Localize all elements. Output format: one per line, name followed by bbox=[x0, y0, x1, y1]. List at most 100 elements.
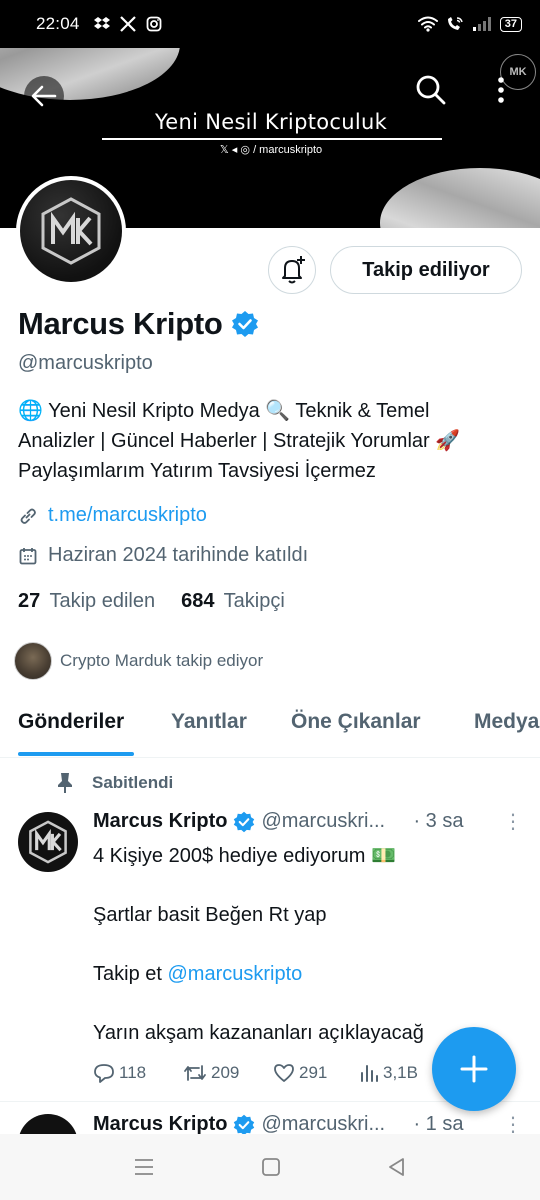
bio-line: 🌐 Yeni Nesil Kripto Medya 🔍 Teknik & Tem… bbox=[18, 400, 430, 422]
more-options-button[interactable] bbox=[488, 70, 514, 110]
tweet-actions: 118 209 291 3,1B bbox=[93, 1062, 433, 1084]
pinned-label-row: Sabitlendi bbox=[56, 772, 173, 794]
status-notification-icons bbox=[93, 16, 162, 32]
active-tab-indicator bbox=[18, 752, 134, 756]
system-navigation-bar bbox=[0, 1134, 540, 1200]
profile-stats: 27 Takip edilen 684 Takipçi bbox=[18, 590, 285, 613]
link-icon bbox=[20, 508, 36, 524]
wifi-icon bbox=[417, 16, 438, 32]
following-label: Takip edilen bbox=[49, 590, 156, 612]
profile-joined-row: Haziran 2024 tarihinde katıldı bbox=[18, 544, 308, 567]
tweet-line: Şartlar basit Beğen Rt yap bbox=[93, 904, 327, 926]
display-name: Marcus Kripto bbox=[18, 306, 223, 341]
pin-icon bbox=[58, 773, 72, 793]
retweet-icon bbox=[184, 1065, 206, 1081]
views-count: 3,1B bbox=[383, 1063, 418, 1082]
profile-link-row: t.me/marcuskripto bbox=[18, 504, 207, 527]
avatar-image bbox=[20, 180, 122, 282]
arrow-left-icon bbox=[31, 85, 57, 107]
mk-logo-icon bbox=[29, 820, 67, 864]
banner-x-icon: 𝕏 bbox=[219, 144, 229, 156]
following-stat[interactable]: 27 Takip edilen bbox=[18, 590, 155, 613]
tweet-timestamp: · 1 sa bbox=[413, 1113, 464, 1135]
back-button[interactable] bbox=[24, 76, 64, 116]
tab-posts[interactable]: Gönderiler bbox=[18, 710, 124, 734]
following-count: 27 bbox=[18, 590, 41, 612]
verified-badge-icon bbox=[231, 311, 258, 337]
like-button[interactable]: 291 bbox=[273, 1062, 359, 1084]
tweet-header: Marcus Kripto @marcuskri... · 3 sa ⋮ bbox=[93, 809, 523, 834]
follower-avatar bbox=[14, 642, 52, 680]
followed-by-text: Crypto Marduk takip ediyor bbox=[60, 651, 264, 670]
notification-bell-button[interactable] bbox=[268, 246, 316, 294]
dropbox-icon bbox=[93, 17, 110, 29]
banner-telegram-icon: ◂ bbox=[231, 144, 238, 156]
tab-highlights[interactable]: Öne Çıkanlar bbox=[291, 710, 421, 734]
instagram-icon bbox=[146, 16, 161, 32]
profile-website-link[interactable]: t.me/marcuskripto bbox=[48, 504, 207, 527]
status-time: 22:04 bbox=[36, 14, 80, 33]
bio-line: Analizler | Güncel Haberler | Stratejik … bbox=[18, 430, 461, 452]
verified-badge-icon bbox=[234, 811, 255, 832]
search-button[interactable] bbox=[411, 70, 451, 110]
tweet-more-icon[interactable]: ⋮ bbox=[503, 809, 523, 834]
tweet-author-handle[interactable]: @marcuskri... bbox=[261, 810, 401, 833]
tweet-line: 4 Kişiye 200$ hediye ediyorum 💵 bbox=[93, 845, 396, 867]
bell-plus-icon bbox=[282, 256, 305, 284]
followed-by-row[interactable]: Crypto Marduk takip ediyor bbox=[14, 642, 263, 680]
pinned-label: Sabitlendi bbox=[92, 773, 174, 792]
profile-name-row: Marcus Kripto bbox=[18, 306, 259, 342]
banner-title: Yeni Nesil Kriptoculuk bbox=[154, 110, 388, 134]
banner-social-handle: / marcuskripto bbox=[253, 144, 323, 156]
tweet-author-handle[interactable]: @marcuskri... bbox=[261, 1113, 401, 1136]
battery-icon: 37 bbox=[499, 16, 522, 32]
tweet-mention-link[interactable]: @marcuskripto bbox=[167, 963, 302, 985]
home-icon[interactable] bbox=[261, 1157, 281, 1177]
profile-handle: @marcuskripto bbox=[18, 352, 153, 374]
like-count: 291 bbox=[299, 1063, 328, 1082]
retweet-count: 209 bbox=[211, 1063, 240, 1082]
retweet-button[interactable]: 209 bbox=[183, 1062, 273, 1084]
tweet-author-avatar[interactable] bbox=[18, 812, 78, 872]
wifi-calling-icon bbox=[447, 17, 463, 30]
banner-divider bbox=[102, 138, 442, 140]
reply-button[interactable]: 118 bbox=[93, 1062, 183, 1084]
reply-count: 118 bbox=[119, 1063, 147, 1082]
compose-tweet-button[interactable] bbox=[432, 1027, 516, 1111]
status-bar: 22:04 37 bbox=[0, 0, 540, 48]
tweet-timestamp: · 3 sa bbox=[413, 810, 464, 832]
tweet-line: Takip et @marcuskripto bbox=[93, 959, 533, 989]
profile-joined-date: Haziran 2024 tarihinde katıldı bbox=[48, 544, 309, 566]
tweet-author-name[interactable]: Marcus Kripto bbox=[93, 810, 227, 833]
reply-icon bbox=[94, 1064, 114, 1083]
followers-count: 684 bbox=[181, 590, 215, 612]
views-chart-icon bbox=[361, 1065, 378, 1082]
tweet-line-text: Takip et bbox=[93, 963, 168, 985]
followers-label: Takipçi bbox=[223, 590, 285, 612]
views-button[interactable]: 3,1B bbox=[359, 1062, 418, 1084]
profile-bio: 🌐 Yeni Nesil Kripto Medya 🔍 Teknik & Tem… bbox=[18, 396, 528, 486]
tab-media[interactable]: Medya bbox=[474, 710, 539, 734]
signal-icon bbox=[472, 17, 491, 31]
recent-apps-icon[interactable] bbox=[133, 1157, 155, 1177]
banner-swoosh-bottom-right bbox=[380, 168, 540, 228]
search-icon bbox=[416, 75, 446, 105]
tweet-author-name[interactable]: Marcus Kripto bbox=[93, 1113, 227, 1136]
banner-instagram-icon: ◎ bbox=[240, 144, 250, 156]
verified-badge-icon bbox=[234, 1114, 255, 1135]
mk-logo-icon bbox=[41, 197, 101, 265]
banner-social-row: 𝕏 ◂ ◎ / marcuskripto bbox=[100, 143, 442, 156]
following-button[interactable]: Takip ediliyor bbox=[330, 246, 522, 294]
tab-replies[interactable]: Yanıtlar bbox=[171, 710, 247, 734]
profile-tabs: Gönderiler Yanıtlar Öne Çıkanlar Medya bbox=[0, 700, 540, 758]
profile-avatar[interactable] bbox=[16, 176, 126, 286]
calendar-icon bbox=[19, 547, 37, 564]
heart-icon bbox=[274, 1064, 294, 1082]
followers-stat[interactable]: 684 Takipçi bbox=[181, 590, 285, 613]
status-system-icons: 37 bbox=[417, 16, 522, 32]
more-vertical-icon bbox=[498, 77, 504, 103]
x-icon bbox=[119, 16, 136, 32]
back-nav-icon[interactable] bbox=[387, 1157, 407, 1177]
plus-icon bbox=[460, 1055, 488, 1083]
bio-line: Paylaşımlarım Yatırım Tavsiyesi İçermez bbox=[18, 460, 376, 482]
